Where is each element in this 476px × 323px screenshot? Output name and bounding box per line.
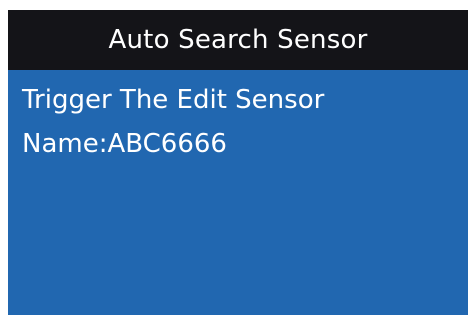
title-bar: Auto Search Sensor: [8, 10, 468, 70]
screen-title: Auto Search Sensor: [108, 25, 368, 55]
message-area: Trigger The Edit Sensor Name:ABC6666: [22, 82, 458, 162]
device-screen: Auto Search Sensor Trigger The Edit Sens…: [8, 10, 468, 315]
sensor-name-text: Name:ABC6666: [22, 129, 227, 159]
instruction-text: Trigger The Edit Sensor: [22, 85, 325, 115]
